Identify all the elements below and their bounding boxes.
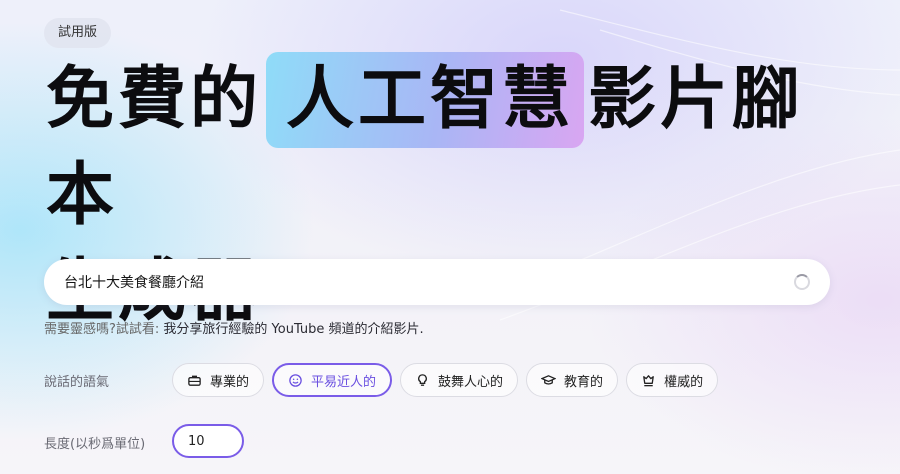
chess-piece-icon (643, 374, 654, 386)
tone-option-label: 教育的 (564, 374, 604, 390)
lightbulb-icon (418, 373, 427, 386)
length-seconds-input[interactable] (172, 424, 244, 458)
tone-option-label: 平易近人的 (311, 374, 377, 390)
tone-label: 說話的語氣 (44, 375, 110, 390)
tone-option-authoritative[interactable]: 權威的 (626, 363, 719, 397)
hint-example-link[interactable]: 我分享旅行經驗的 YouTube 頻道的介紹影片. (163, 322, 423, 337)
tone-option-professional[interactable]: 專業的 (172, 363, 265, 397)
tone-option-approachable[interactable]: 平易近人的 (272, 363, 393, 397)
inspiration-hint: 需要靈感嗎?試試看: 我分享旅行經驗的 YouTube 頻道的介紹影片. (44, 318, 424, 337)
topic-search-bar (44, 259, 830, 305)
tone-option-label: 專業的 (210, 374, 250, 390)
length-label: 長度(以秒爲單位) (44, 437, 146, 452)
tone-option-educational[interactable]: 教育的 (526, 363, 619, 397)
loading-spinner-icon (794, 274, 810, 290)
tone-option-label: 權威的 (664, 374, 704, 390)
topic-input[interactable] (64, 259, 764, 305)
title-part-1: 免費的 (46, 60, 263, 139)
tone-options: 專業的 平易近人的 鼓舞人心的 教育的 權威的 (172, 363, 719, 397)
tone-option-label: 鼓舞人心的 (438, 374, 504, 390)
graduation-cap-icon (541, 374, 557, 385)
hint-prefix: 需要靈感嗎?試試看: (44, 322, 160, 337)
smile-icon (289, 373, 302, 387)
trial-badge: 試用版 (44, 18, 112, 48)
briefcase-icon (188, 375, 201, 386)
title-highlight: 人工智慧 (266, 52, 585, 148)
tone-option-inspiring[interactable]: 鼓舞人心的 (400, 363, 519, 397)
